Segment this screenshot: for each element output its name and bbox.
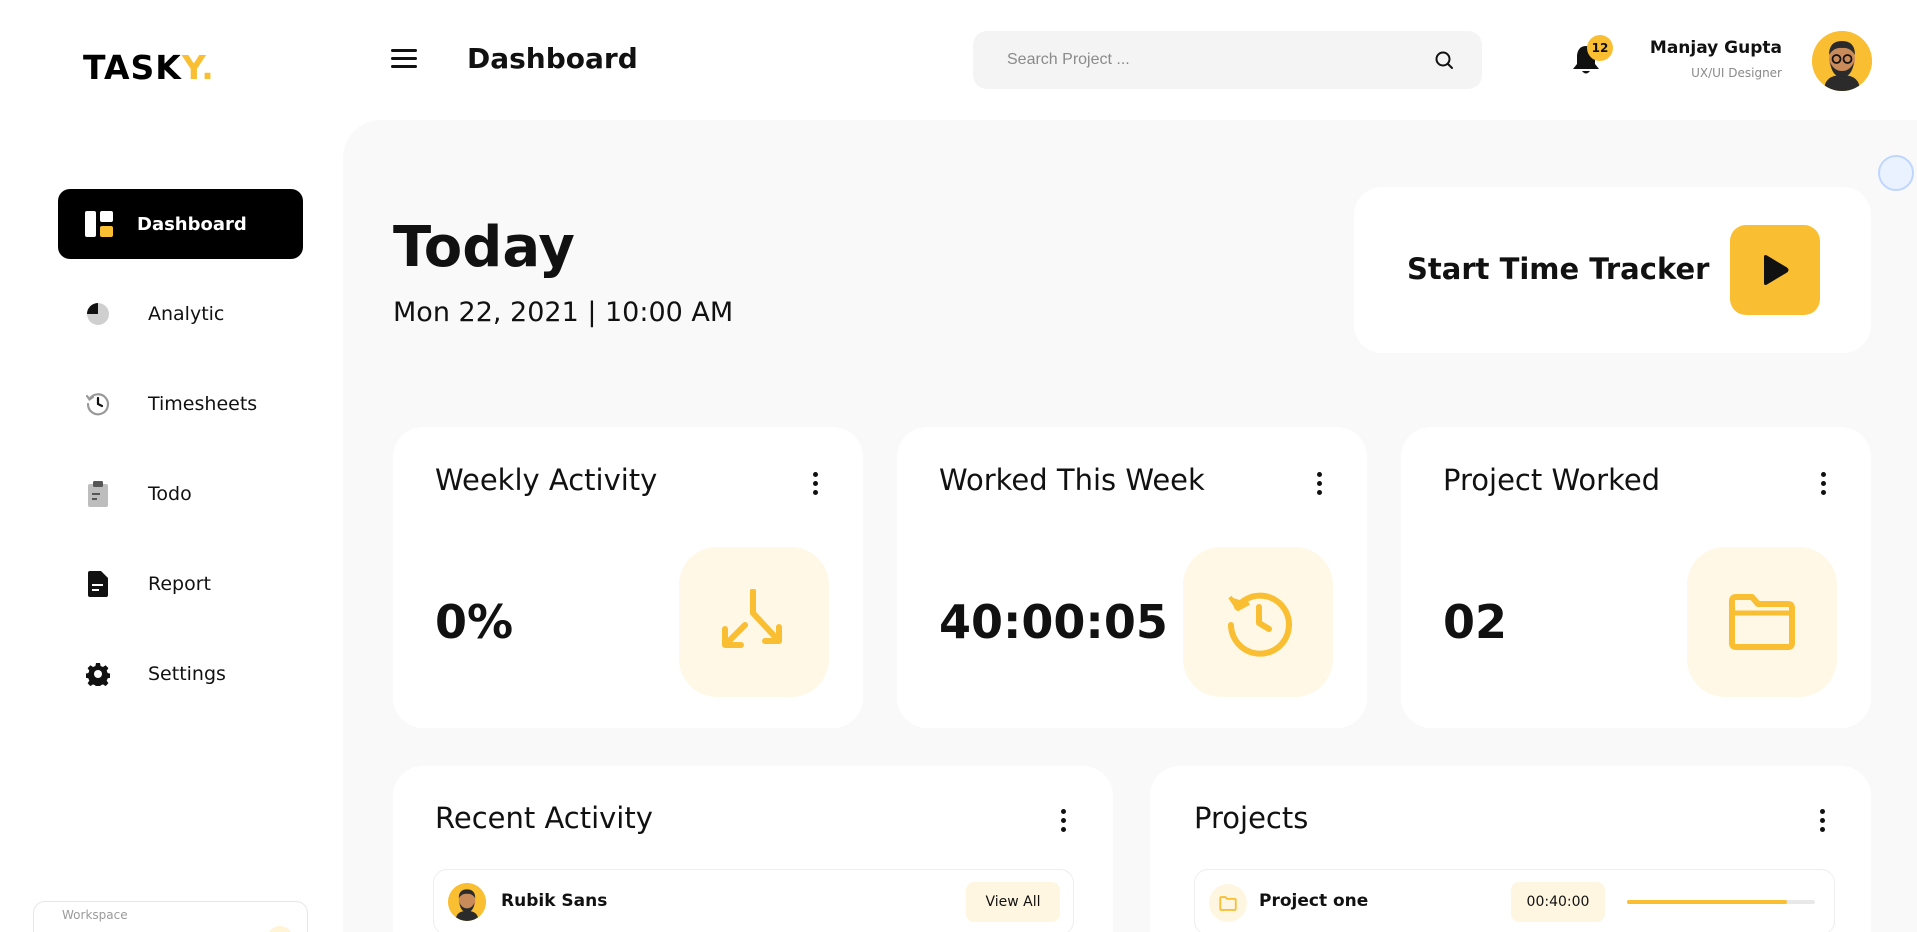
- card-value: 0%: [435, 595, 514, 649]
- app-root: TASKY. Dashboard Analytic Timesheets Tod…: [0, 0, 1917, 932]
- document-icon: [82, 568, 114, 600]
- floating-assistant-icon[interactable]: [1878, 155, 1914, 191]
- panel-title: Projects: [1194, 801, 1309, 835]
- project-name: Project one: [1259, 891, 1369, 911]
- pie-chart-icon: [82, 298, 114, 330]
- sidebar-item-report[interactable]: Report: [58, 549, 303, 619]
- more-options-icon[interactable]: [1061, 809, 1067, 832]
- sidebar-nav: Dashboard Analytic Timesheets Todo Repor…: [58, 189, 303, 729]
- recent-activity-panel: Recent Activity Rubik Sans View All: [393, 766, 1113, 932]
- clipboard-icon: [82, 478, 114, 510]
- logo-accent: Y: [181, 48, 202, 87]
- sidebar-item-label: Todo: [148, 483, 192, 505]
- search-icon[interactable]: [1434, 50, 1454, 70]
- card-title: Project Worked: [1443, 463, 1661, 497]
- menu-button[interactable]: [391, 49, 417, 71]
- today-heading: Today: [393, 215, 575, 280]
- projects-panel: Projects Project one 00:40:00: [1150, 766, 1871, 932]
- panel-title: Recent Activity: [435, 801, 653, 835]
- gear-icon: [82, 658, 114, 690]
- progress-fill: [1627, 900, 1787, 904]
- more-options-icon[interactable]: [1317, 472, 1323, 495]
- sidebar-item-label: Dashboard: [137, 213, 247, 235]
- history-clock-icon: [82, 388, 114, 420]
- view-all-button[interactable]: View All: [966, 882, 1060, 922]
- current-date: Mon 22, 2021 | 10:00 AM: [393, 297, 734, 328]
- list-item[interactable]: Rubik Sans View All: [433, 869, 1074, 932]
- time-tracker-card: Start Time Tracker: [1354, 187, 1871, 353]
- logo-dot: .: [201, 48, 215, 87]
- start-tracker-button[interactable]: [1730, 225, 1820, 315]
- merge-arrows-icon: [679, 547, 829, 697]
- avatar[interactable]: [1812, 31, 1872, 91]
- folder-icon: [1687, 547, 1837, 697]
- user-role: UX/UI Designer: [1691, 66, 1782, 80]
- project-progress-bar: [1627, 900, 1815, 904]
- workspace-switcher[interactable]: Workspace: [33, 901, 308, 932]
- time-tracker-label: Start Time Tracker: [1407, 252, 1710, 286]
- workspace-avatar: [267, 926, 293, 932]
- more-options-icon[interactable]: [1821, 472, 1827, 495]
- sidebar-item-label: Timesheets: [148, 393, 258, 415]
- project-worked-card: Project Worked 02: [1401, 427, 1871, 728]
- card-title: Worked This Week: [939, 463, 1205, 497]
- notification-badge: 12: [1587, 35, 1613, 61]
- page-title: Dashboard: [467, 42, 638, 75]
- workspace-label: Workspace: [62, 908, 128, 922]
- sidebar-item-dashboard[interactable]: Dashboard: [58, 189, 303, 259]
- list-item[interactable]: Project one 00:40:00: [1194, 869, 1835, 932]
- logo-text: TASK: [83, 48, 182, 87]
- user-name: Manjay Gupta: [1649, 38, 1782, 58]
- card-value: 40:00:05: [939, 595, 1168, 649]
- sidebar-item-timesheets[interactable]: Timesheets: [58, 369, 303, 439]
- hamburger-icon-bar: [391, 65, 417, 68]
- sidebar-item-label: Settings: [148, 663, 226, 685]
- weekly-activity-card: Weekly Activity 0%: [393, 427, 863, 728]
- avatar: [448, 883, 486, 921]
- activity-user-name: Rubik Sans: [501, 891, 608, 911]
- more-options-icon[interactable]: [1820, 809, 1826, 832]
- dashboard-icon: [83, 208, 115, 240]
- sidebar-item-settings[interactable]: Settings: [58, 639, 303, 709]
- project-time: 00:40:00: [1511, 882, 1605, 922]
- hamburger-icon-bar: [391, 57, 417, 60]
- card-title: Weekly Activity: [435, 463, 658, 497]
- sidebar-item-label: Analytic: [148, 303, 225, 325]
- play-icon: [1764, 255, 1789, 285]
- sidebar-item-label: Report: [148, 573, 211, 595]
- history-clock-icon: [1183, 547, 1333, 697]
- hamburger-icon: [391, 49, 417, 52]
- folder-icon: [1209, 884, 1247, 922]
- more-options-icon[interactable]: [813, 472, 819, 495]
- search-bar: [973, 31, 1482, 89]
- logo[interactable]: TASKY.: [83, 48, 215, 87]
- search-input[interactable]: [1007, 31, 1407, 89]
- worked-this-week-card: Worked This Week 40:00:05: [897, 427, 1367, 728]
- sidebar-item-todo[interactable]: Todo: [58, 459, 303, 529]
- card-value: 02: [1443, 595, 1508, 649]
- sidebar-item-analytic[interactable]: Analytic: [58, 279, 303, 349]
